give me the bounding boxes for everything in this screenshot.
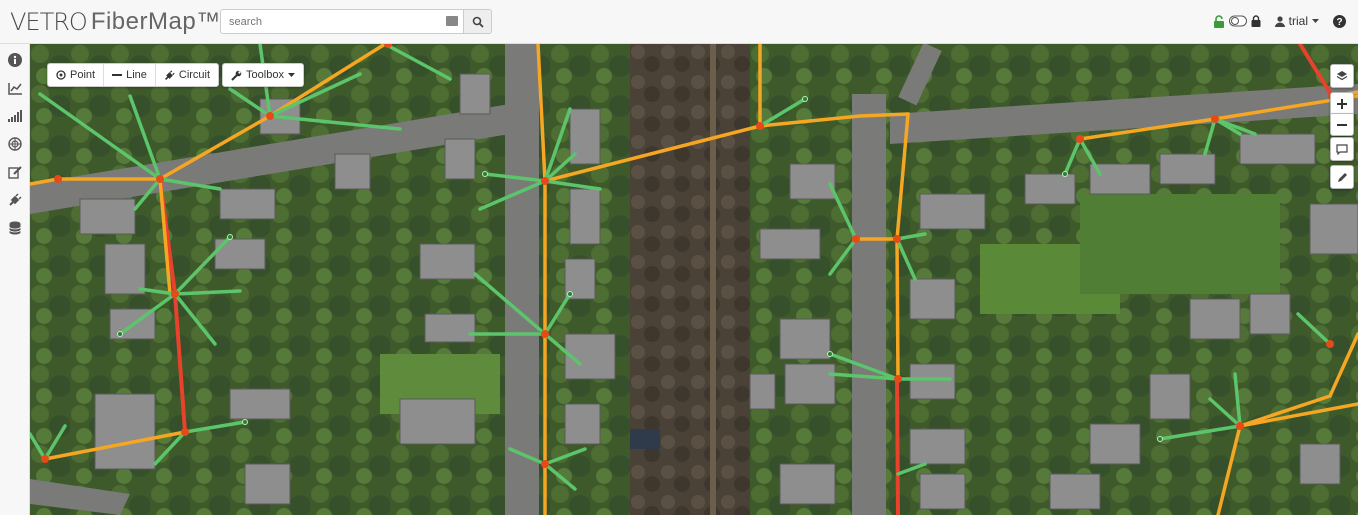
aerial-map[interactable] [30, 44, 1358, 515]
draw-toolbar: Point Line Circuit Toolbox [47, 63, 304, 87]
comment-icon[interactable] [1330, 137, 1354, 161]
wrench-icon [231, 70, 242, 81]
point-label: Point [70, 69, 96, 81]
draw-tools-group: Point Line Circuit [47, 63, 220, 87]
toolbox-label: Toolbox [246, 69, 284, 81]
search-button[interactable] [464, 9, 492, 34]
left-sidebar [0, 44, 30, 515]
point-button[interactable]: Point [48, 64, 105, 86]
caret-down-icon [287, 72, 295, 77]
plug-icon[interactable] [7, 192, 23, 208]
map-canvas[interactable] [30, 44, 1358, 515]
top-right-controls: trial ? [1213, 14, 1346, 28]
search-icon [472, 16, 484, 28]
svg-text:?: ? [1336, 17, 1342, 28]
plug-icon [164, 69, 175, 80]
pencil-icon[interactable] [1330, 165, 1354, 189]
user-menu[interactable]: trial [1274, 14, 1319, 28]
circuit-label: Circuit [178, 69, 211, 81]
user-icon [1274, 15, 1285, 27]
logo-product: FiberMap™ [90, 8, 221, 35]
lock-toggle-group[interactable] [1213, 14, 1261, 28]
layers-icon[interactable] [1330, 64, 1354, 88]
search-input[interactable] [220, 9, 464, 34]
circuit-button[interactable]: Circuit [156, 64, 218, 86]
search-bar [220, 9, 492, 34]
user-name: trial [1288, 14, 1308, 28]
database-icon[interactable] [7, 220, 23, 236]
toolbox-dropdown[interactable]: Toolbox [223, 64, 303, 86]
line-label: Line [126, 69, 147, 81]
toolbox-group: Toolbox [222, 63, 304, 87]
info-icon[interactable] [7, 52, 23, 68]
chart-line-icon[interactable] [7, 80, 23, 96]
top-navbar: VETRO FiberMap™ trial ? [0, 0, 1358, 44]
help-icon[interactable]: ? [1333, 14, 1346, 28]
globe-icon[interactable] [7, 136, 23, 152]
lock-icon[interactable] [1251, 15, 1261, 27]
zoom-in-icon[interactable] [1330, 92, 1354, 115]
zoom-out-icon[interactable] [1330, 113, 1354, 136]
signal-bars-icon[interactable] [7, 108, 23, 124]
edit-icon[interactable] [7, 164, 23, 180]
line-button[interactable]: Line [104, 64, 156, 86]
app-logo[interactable]: VETRO FiberMap™ [10, 7, 221, 37]
point-icon [56, 70, 66, 80]
unlock-icon[interactable] [1213, 14, 1225, 28]
keyboard-icon[interactable] [446, 16, 458, 26]
line-icon [112, 74, 123, 76]
logo-brand: VETRO [10, 8, 88, 36]
caret-down-icon [1312, 18, 1319, 23]
toggle-icon[interactable] [1228, 15, 1247, 27]
